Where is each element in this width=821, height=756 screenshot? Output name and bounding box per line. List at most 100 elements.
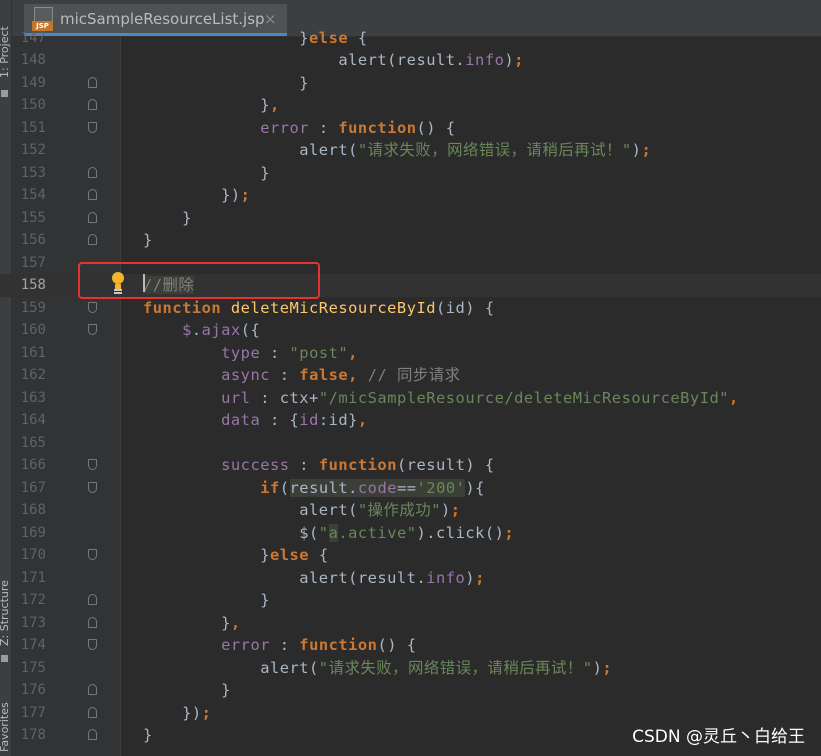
code-line[interactable]: 161 type : "post", [0,342,821,365]
line-number: 164 [20,412,46,428]
code-token: ){ [465,478,485,497]
fold-end-icon[interactable] [88,234,97,245]
line-number: 172 [20,592,46,608]
line-number: 167 [20,479,46,496]
code-text: } [143,207,192,230]
code-line[interactable]: 173 }, [0,612,821,635]
code-line[interactable]: 174 error : function() { [0,634,821,657]
fold-start-icon[interactable] [88,459,97,470]
code-text: if(result.code=='200'){ [143,477,485,500]
code-token: , [729,388,739,407]
code-token: ; [514,51,524,69]
code-token: ; [201,703,212,722]
code-line[interactable]: 153 } [0,162,821,185]
code-line[interactable]: 151 error : function() { [0,117,821,140]
code-line[interactable]: 149 } [0,72,821,95]
code-line[interactable]: 168 alert("操作成功"); [0,499,821,522]
code-line[interactable]: 167 if(result.code=='200'){ [0,477,821,500]
code-token: (id) { [436,298,495,317]
code-token: } [143,546,270,564]
fold-end-icon[interactable] [88,684,97,695]
code-token: ( [279,478,290,497]
code-token: () { [416,118,456,137]
annotation-highlight-box [78,262,320,299]
code-token: , [348,343,358,362]
fold-end-icon[interactable] [88,616,97,628]
code-line[interactable]: 163 url : ctx+"/micSampleResource/delete… [0,387,821,410]
code-token: "请求失败，网络错误，请稍后再试！" [357,141,632,159]
line-number: 156 [20,232,46,248]
code-line[interactable]: 177 }); [0,702,821,725]
code-line[interactable]: 148 alert(result.info); [0,49,821,72]
fold-end-icon[interactable] [88,189,97,200]
line-number: 175 [20,659,46,676]
code-area[interactable]: 147 }else {148 alert(result.info); 149 } 1… [0,0,821,756]
code-token: } [143,591,270,609]
fold-start-icon[interactable] [88,301,97,313]
code-line[interactable]: 160 $.ajax({ [0,319,821,342]
code-text: alert("请求失败，网络错误，请稍后再试！"); [143,139,651,162]
code-token: } [143,208,192,227]
code-line[interactable]: 176 } [0,679,821,702]
code-token: :id} [318,411,358,429]
code-token: function [338,118,417,137]
code-text: }); [143,702,211,725]
code-token: } [143,726,153,744]
fold-start-icon[interactable] [88,481,97,493]
code-line[interactable]: 162 async : false, // 同步请求 [0,364,821,387]
code-line[interactable]: 166 success : function(result) { [0,454,821,477]
fold-end-icon[interactable] [88,594,97,605]
code-line[interactable]: 159 function deleteMicResourceById(id) { [0,297,821,320]
code-text: function deleteMicResourceById(id) { [143,297,495,320]
code-line[interactable]: 172 } [0,589,821,612]
code-token: ; [450,501,461,519]
code-text: }, [143,94,280,117]
code-token: : ctx+ [250,388,319,407]
code-text: }else { [143,27,368,50]
fold-end-icon[interactable] [88,729,97,740]
line-number: 150 [20,97,46,113]
code-line[interactable]: 154 }); [0,184,821,207]
code-token: : [269,366,300,384]
code-token: }) [143,703,202,722]
code-line[interactable]: 165 [0,432,821,455]
code-token: error [260,118,310,137]
code-line[interactable]: 155 } [0,207,821,230]
fold-start-icon[interactable] [88,324,97,335]
code-line[interactable]: 171 alert(result.info); [0,567,821,590]
line-number: 177 [20,704,46,721]
code-line[interactable]: 164 data : {id:id}, [0,409,821,432]
code-token: } [143,73,310,92]
fold-end-icon[interactable] [88,211,97,223]
code-token: ) [592,658,603,677]
line-number: 155 [20,209,46,226]
code-token: : [289,456,319,474]
code-line[interactable]: 152 alert("请求失败，网络错误，请稍后再试！"); [0,139,821,162]
fold-end-icon[interactable] [88,706,97,718]
code-line[interactable]: 170 }else { [0,544,821,567]
line-number: 151 [20,119,46,136]
code-token: code [357,478,397,497]
code-token: function [299,636,378,654]
fold-end-icon[interactable] [88,99,97,110]
fold-start-icon[interactable] [88,121,97,133]
fold-end-icon[interactable] [88,76,97,88]
code-text: } [143,162,270,185]
code-line[interactable]: 150 }, [0,94,821,117]
code-line[interactable]: 175 alert("请求失败，网络错误，请稍后再试！"); [0,657,821,680]
fold-end-icon[interactable] [88,166,97,178]
code-token: ajax [201,321,241,339]
code-token: : [260,343,290,362]
code-text: data : {id:id}, [143,409,368,432]
code-line[interactable]: 147 }else { [0,27,821,50]
line-number: 158 [20,277,46,293]
fold-start-icon[interactable] [88,549,97,560]
line-number: 171 [20,569,46,586]
line-number: 170 [20,547,46,563]
code-line[interactable]: 169 $("a.active").click(); [0,522,821,545]
fold-start-icon[interactable] [88,639,97,650]
code-line[interactable]: 156} [0,229,821,252]
code-text: } [143,724,153,747]
